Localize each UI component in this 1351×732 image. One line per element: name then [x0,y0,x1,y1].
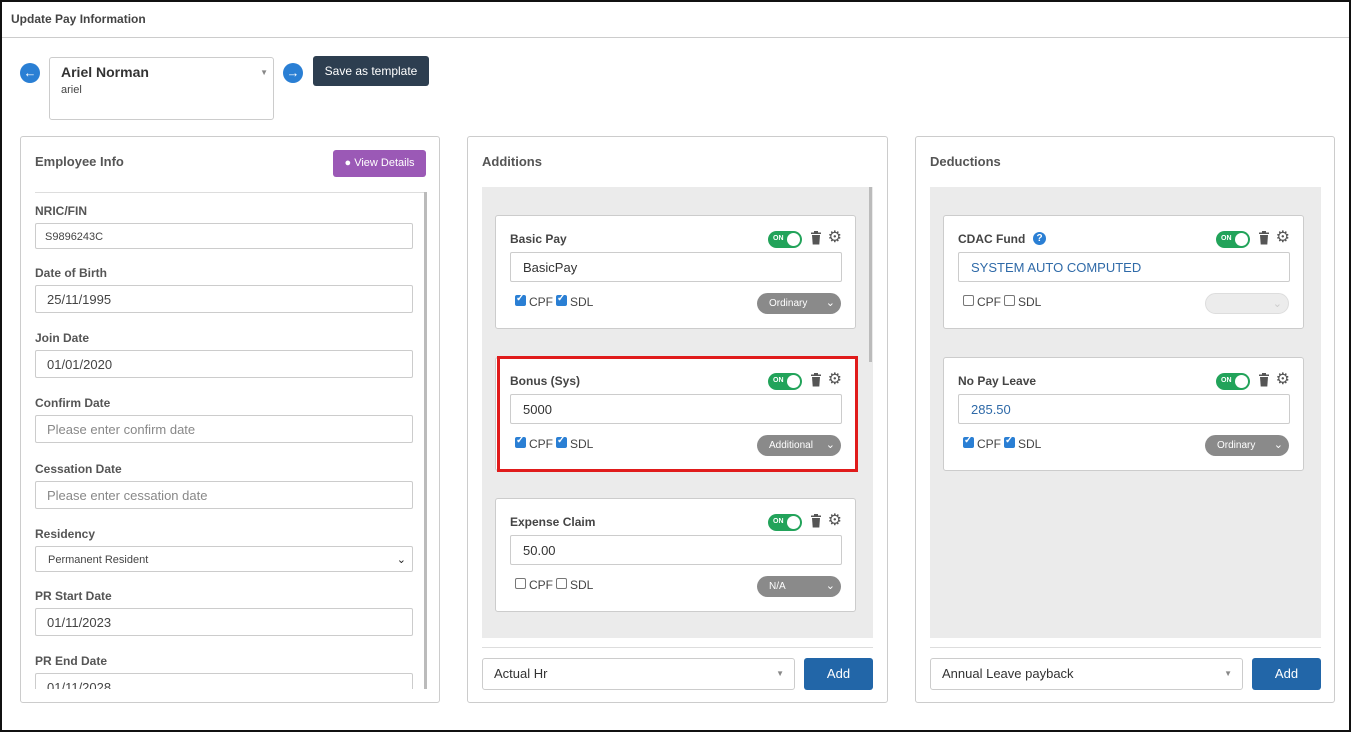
help-icon[interactable]: ? [1033,232,1046,245]
enable-toggle[interactable]: ON [768,514,802,531]
chevron-down-icon: ⌄ [396,554,406,566]
divider [930,647,1321,648]
cpf-label: CPF [977,437,1001,451]
addition-type-value: Actual Hr [494,666,548,681]
employee-info-panel: Employee Info ● View Details NRIC/FIN S9… [20,136,440,703]
info-circle-icon: ● [344,157,352,169]
deduction-card-cdac-fund: CDAC Fund ? ON ⚙ SYSTEM AUTO COMPUTED CP… [943,215,1304,329]
trash-icon[interactable] [1258,231,1270,245]
sdl-label: SDL [1018,437,1042,451]
trash-icon[interactable] [810,231,822,245]
pr-start-date-label: PR Start Date [35,589,112,603]
nric-label: NRIC/FIN [35,204,87,218]
cpf-label: CPF [529,295,553,309]
employee-name: Ariel Norman [61,64,149,80]
scrollbar[interactable] [424,192,427,689]
employee-select[interactable]: Ariel Norman ariel ▼ [49,57,274,120]
join-date-field[interactable]: 01/01/2020 [35,350,413,378]
chevron-down-icon: ⌄ [825,580,835,592]
scrollbar[interactable] [869,187,872,362]
cpf-label: CPF [977,295,1001,309]
cessation-date-label: Cessation Date [35,462,122,476]
page-title: Update Pay Information [11,12,146,26]
add-deduction-button[interactable]: Add [1252,658,1321,690]
trash-icon[interactable] [810,514,822,528]
nric-field[interactable]: S9896243C [35,223,413,249]
item-title: CDAC Fund [958,232,1026,246]
dropdown-caret-icon: ▼ [1224,669,1232,678]
wage-type-select[interactable]: Ordinary ⌄ [757,293,841,314]
wage-type-select[interactable]: ⌄ [1205,293,1289,314]
gear-icon[interactable]: ⚙ [828,230,842,246]
next-employee-arrow-icon[interactable]: → [283,63,303,83]
chevron-down-icon: ⌄ [1273,439,1283,451]
additions-title: Additions [482,154,542,169]
dob-label: Date of Birth [35,266,107,280]
enable-toggle[interactable]: ON [1216,231,1250,248]
gear-icon[interactable]: ⚙ [1276,230,1290,246]
sdl-checkbox[interactable] [556,578,567,589]
pr-end-date-label: PR End Date [35,654,108,668]
item-title: Expense Claim [510,515,596,529]
amount-input[interactable]: BasicPay [510,252,842,282]
addition-card-basic-pay: Basic Pay ON ⚙ BasicPay CPF SDL Ordinary… [495,215,856,329]
sdl-label: SDL [1018,295,1042,309]
enable-toggle[interactable]: ON [1216,373,1250,390]
sdl-label: SDL [570,578,594,592]
sdl-checkbox[interactable] [1004,295,1015,306]
cpf-checkbox[interactable] [963,435,974,448]
enable-toggle[interactable]: ON [768,231,802,248]
amount-input[interactable]: 285.50 [958,394,1290,424]
title-bar: Update Pay Information [2,2,1349,38]
confirm-date-label: Confirm Date [35,396,111,410]
item-title: No Pay Leave [958,374,1037,388]
amount-input[interactable]: SYSTEM AUTO COMPUTED [958,252,1290,282]
previous-employee-arrow-icon[interactable]: ← [20,63,40,83]
cpf-checkbox[interactable] [515,578,526,589]
divider [482,647,873,648]
residency-value: Permanent Resident [48,554,149,566]
cessation-date-field[interactable]: Please enter cessation date [35,481,413,509]
wage-type-select[interactable]: Ordinary ⌄ [1205,435,1289,456]
employee-info-title: Employee Info [35,154,124,169]
cpf-label: CPF [529,578,553,592]
confirm-date-field[interactable]: Please enter confirm date [35,415,413,443]
save-as-template-button[interactable]: Save as template [313,56,429,86]
join-date-label: Join Date [35,331,90,345]
amount-input[interactable]: 50.00 [510,535,842,565]
sdl-label: SDL [570,295,594,309]
item-title: Basic Pay [510,232,567,246]
gear-icon[interactable]: ⚙ [828,513,842,529]
employee-username: ariel [61,84,82,96]
dropdown-caret-icon: ▼ [776,669,784,678]
deductions-list: CDAC Fund ? ON ⚙ SYSTEM AUTO COMPUTED CP… [930,187,1321,638]
addition-card-expense-claim: Expense Claim ON ⚙ 50.00 CPF SDL N/A ⌄ [495,498,856,612]
deduction-card-no-pay-leave: No Pay Leave ON ⚙ 285.50 CPF SDL Ordinar… [943,357,1304,471]
date-of-birth-field[interactable]: 25/11/1995 [35,285,413,313]
chevron-down-icon: ⌄ [825,297,835,309]
trash-icon[interactable] [1258,373,1270,387]
residency-select[interactable]: Permanent Resident ⌄ [35,546,413,572]
wage-type-select[interactable]: N/A ⌄ [757,576,841,597]
pr-start-date-field[interactable]: 01/11/2023 [35,608,413,636]
gear-icon[interactable]: ⚙ [1276,372,1290,388]
deduction-type-select[interactable]: Annual Leave payback ▼ [930,658,1243,690]
cpf-checkbox[interactable] [963,295,974,306]
chevron-down-icon: ⌄ [1272,298,1282,310]
deductions-title: Deductions [930,154,1001,169]
residency-label: Residency [35,527,96,541]
highlight-box [497,356,858,472]
sdl-checkbox[interactable] [556,293,567,306]
deduction-type-value: Annual Leave payback [942,666,1074,681]
cpf-checkbox[interactable] [515,293,526,306]
view-details-button[interactable]: ● View Details [333,150,426,177]
pr-end-date-field[interactable]: 01/11/2028 [35,673,413,689]
view-details-label: View Details [354,157,415,169]
employee-info-scroll-area[interactable]: NRIC/FIN S9896243C Date of Birth 25/11/1… [35,192,427,689]
add-addition-button[interactable]: Add [804,658,873,690]
addition-type-select[interactable]: Actual Hr ▼ [482,658,795,690]
sdl-checkbox[interactable] [1004,435,1015,448]
deductions-panel: Deductions CDAC Fund ? ON ⚙ SYSTEM AUTO … [915,136,1335,703]
dropdown-caret-icon: ▼ [260,68,268,77]
